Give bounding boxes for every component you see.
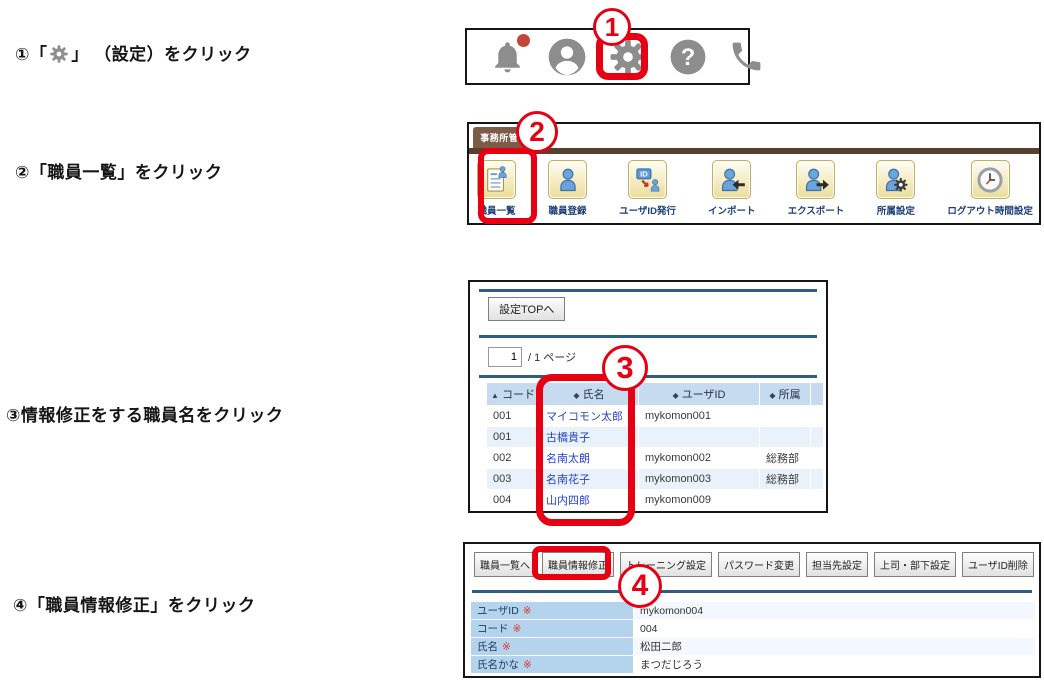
settings-top-button[interactable]: 設定TOPへ	[488, 297, 565, 321]
toolbar-item-label: エクスポート	[788, 203, 845, 217]
department-settings-icon	[876, 160, 915, 199]
toolbar-item-department-settings[interactable]: 所属設定	[876, 160, 915, 217]
step-1-suffix: 」 （設定）をクリック	[71, 45, 251, 64]
phone-icon[interactable]	[728, 38, 765, 75]
toolbar-item-staff-register[interactable]: 職員登録	[548, 160, 587, 217]
field-label-code: コード※	[471, 620, 633, 637]
form-row: コード※ 004	[471, 620, 1035, 637]
form-row: 氏名かな※ まつだじろう	[471, 656, 1035, 673]
toolbar-item-label: 所属設定	[877, 203, 915, 217]
export-icon	[796, 160, 835, 199]
cell-user-id: mykomon003	[639, 469, 759, 489]
toolbar-item-label: ユーザID発行	[619, 203, 676, 217]
field-value-code: 004	[634, 620, 1035, 637]
supervisor-settings-button[interactable]: 上司・部下設定	[874, 552, 956, 577]
field-value-name: 松田二郎	[634, 638, 1035, 655]
cell-user-id	[639, 427, 759, 447]
cell-department: 総務部	[760, 448, 810, 468]
highlight-rect-staff-list	[478, 148, 537, 224]
user-icon[interactable]	[547, 37, 587, 77]
cell-code: 001	[487, 406, 539, 426]
step-3-instruction: ③情報修正をする職員名をクリック	[6, 401, 283, 426]
callout-4: 4	[618, 564, 662, 608]
sort-icon: ◆	[673, 391, 679, 400]
sort-icon: ◆	[769, 391, 775, 400]
cell-code: 001	[487, 427, 539, 447]
cell-code: 004	[487, 490, 539, 510]
gear-icon	[49, 44, 69, 64]
step-2-instruction: ②「職員一覧」をクリック	[15, 158, 222, 183]
cell-code: 003	[487, 469, 539, 489]
password-change-button[interactable]: パスワード変更	[718, 552, 800, 577]
notification-dot	[517, 34, 530, 47]
step-1-prefix: ①「	[15, 45, 47, 64]
logout-time-icon	[971, 160, 1010, 199]
required-mark: ※	[523, 659, 532, 671]
divider	[479, 289, 817, 292]
column-header-department[interactable]: ◆所属	[760, 383, 810, 405]
field-value-name-kana: まつだじろう	[634, 656, 1035, 673]
highlight-rect-name-column	[536, 374, 635, 526]
divider	[472, 590, 1032, 593]
column-header-spacer	[811, 383, 823, 405]
cell-code: 002	[487, 448, 539, 468]
cell-user-id: mykomon001	[639, 406, 759, 426]
cell-department	[760, 427, 810, 447]
cell-user-id: mykomon002	[639, 448, 759, 468]
callout-2: 2	[516, 111, 558, 153]
user-id-issue-icon: ID	[628, 160, 667, 199]
svg-text:ID: ID	[640, 169, 648, 178]
screenshot-staff-list: 設定TOPへ / 1 ページ ▲コード ◆氏名 ◆ユーザID ◆所属 001 マ…	[468, 280, 828, 513]
field-value-user-id: mykomon004	[634, 602, 1035, 619]
required-mark: ※	[513, 623, 522, 635]
step-1-instruction: ①「 」 （設定）をクリック	[15, 40, 252, 65]
cell-department: 総務部	[760, 469, 810, 489]
field-label-name-kana: 氏名かな※	[471, 656, 633, 673]
column-header-user-id[interactable]: ◆ユーザID	[639, 383, 759, 405]
toolbar-item-label: ログアウト時間設定	[947, 203, 1033, 217]
staff-detail-form: ユーザID※ mykomon004 コード※ 004 氏名※ 松田二郎 氏名かな…	[470, 601, 1036, 674]
import-icon	[712, 160, 751, 199]
form-row: 氏名※ 松田二郎	[471, 638, 1035, 655]
toolbar-item-user-id-issue[interactable]: ID ユーザID発行	[619, 160, 676, 217]
field-label-user-id: ユーザID※	[471, 602, 633, 619]
highlight-rect-edit-button	[532, 546, 611, 580]
toolbar-items: 職員一覧 職員登録 ID ユーザID発行 インポート	[477, 160, 1033, 217]
toolbar-item-label: インポート	[708, 203, 756, 217]
tutorial-page: ①「 」 （設定）をクリック ②「職員一覧」をクリック ③情報修正をする職員名をク…	[0, 0, 1044, 680]
staff-register-icon	[548, 160, 587, 199]
page-number-input[interactable]	[488, 347, 522, 367]
callout-1: 1	[593, 8, 631, 46]
cell-department	[760, 406, 810, 426]
divider	[479, 335, 817, 338]
divider	[479, 375, 817, 378]
pagination: / 1 ページ	[488, 347, 576, 367]
required-mark: ※	[523, 605, 532, 617]
toolbar-item-label: 職員登録	[549, 203, 587, 217]
toolbar-item-logout-time-settings[interactable]: ログアウト時間設定	[947, 160, 1033, 217]
form-row: ユーザID※ mykomon004	[471, 602, 1035, 619]
help-icon[interactable]: ?	[669, 38, 707, 76]
sort-asc-icon: ▲	[491, 391, 499, 400]
required-mark: ※	[502, 641, 511, 653]
toolbar-item-export[interactable]: エクスポート	[788, 160, 845, 217]
field-label-name: 氏名※	[471, 638, 633, 655]
staff-list-back-button[interactable]: 職員一覧へ	[474, 552, 536, 577]
svg-text:?: ?	[681, 43, 696, 70]
column-header-code[interactable]: ▲コード	[487, 383, 539, 405]
step-4-instruction: ④「職員情報修正」をクリック	[13, 591, 255, 616]
client-assignment-button[interactable]: 担当先設定	[806, 552, 868, 577]
callout-3: 3	[602, 345, 648, 391]
cell-user-id: mykomon009	[639, 490, 759, 510]
toolbar-item-import[interactable]: インポート	[708, 160, 756, 217]
bell-icon[interactable]	[489, 37, 526, 77]
page-count-label: / 1 ページ	[528, 349, 576, 365]
toolbar-divider	[469, 148, 1039, 154]
user-id-delete-button[interactable]: ユーザID削除	[962, 552, 1034, 577]
cell-department	[760, 490, 810, 510]
